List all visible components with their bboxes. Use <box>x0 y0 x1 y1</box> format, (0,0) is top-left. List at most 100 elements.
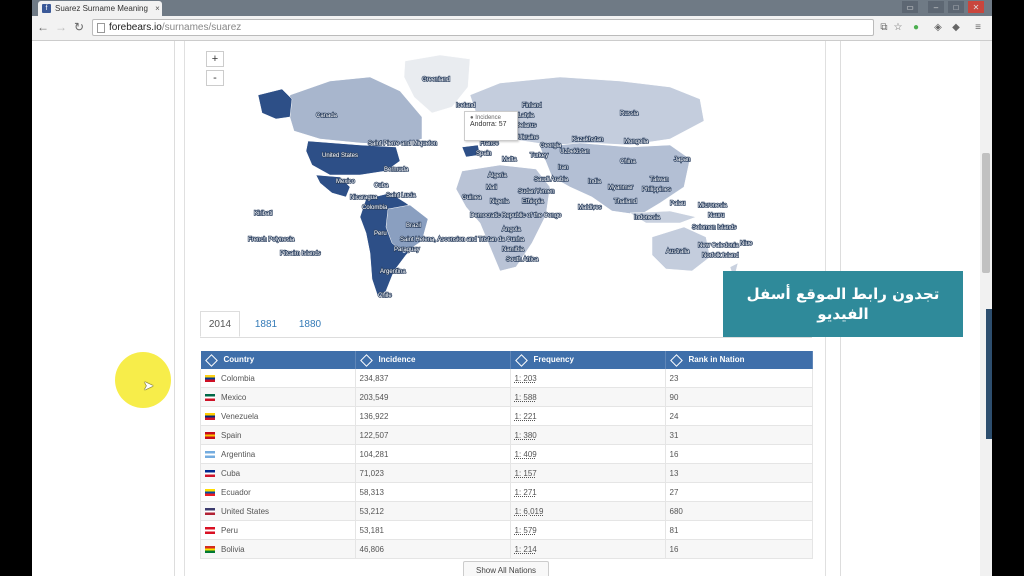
cell-country[interactable]: Bolivia <box>200 539 356 559</box>
cell-incidence: 122,507 <box>354 425 511 445</box>
country-name[interactable]: Ecuador <box>221 488 251 497</box>
table-row: Colombia 234,837 1: 203 23 <box>200 369 813 388</box>
scroll-thumb[interactable] <box>982 153 990 273</box>
cell-rank: 90 <box>664 387 813 407</box>
col-header-incidence-label: Incidence <box>378 355 416 365</box>
country-name[interactable]: Mexico <box>221 393 246 402</box>
country-name[interactable]: Peru <box>221 526 238 535</box>
browser-tab[interactable]: f Suarez Surname Meaning × <box>38 1 162 16</box>
address-bar[interactable]: forebears.io/surnames/suarez <box>92 19 874 36</box>
map-label-canada: Canada <box>316 113 338 119</box>
world-map[interactable]: Greenland Iceland Finland Russia Canada … <box>200 47 820 305</box>
show-all-nations-button[interactable]: Show All Nations <box>463 561 549 576</box>
map-label-yemen: Yemen <box>536 189 554 195</box>
map-label-latvia: Latvia <box>518 113 535 119</box>
cell-frequency: 1: 271 <box>509 482 666 502</box>
cell-rank: 680 <box>664 501 813 521</box>
cell-country[interactable]: Cuba <box>200 463 356 483</box>
country-name[interactable]: Bolivia <box>221 545 245 554</box>
table-row: Cuba 71,023 1: 157 13 <box>200 463 813 483</box>
map-label-united-states: United States <box>322 153 358 159</box>
map-label-chile: Chile <box>378 293 392 299</box>
tab-1880[interactable]: 1880 <box>290 311 330 337</box>
cell-incidence: 53,212 <box>354 501 511 521</box>
map-label-argentina: Argentina <box>380 269 406 275</box>
cell-country[interactable]: United States <box>200 501 356 521</box>
back-icon[interactable]: ← <box>36 20 50 34</box>
map-label-india: India <box>588 179 602 185</box>
reload-icon[interactable]: ↻ <box>72 20 86 34</box>
cell-country[interactable]: Peru <box>200 520 356 540</box>
menu-icon[interactable]: ≡ <box>972 21 984 33</box>
map-label-peru: Peru <box>374 231 387 237</box>
col-header-incidence[interactable]: Incidence <box>355 351 511 369</box>
sort-icon <box>204 353 218 367</box>
tab-title: Suarez Surname Meaning <box>55 4 148 13</box>
cell-country[interactable]: Spain <box>200 425 356 445</box>
frequency-value: 1: 380 <box>514 430 537 440</box>
url-path: /surnames/suarez <box>161 22 242 33</box>
cell-country[interactable]: Colombia <box>200 369 356 388</box>
flag-icon <box>205 412 215 420</box>
minimize-icon[interactable]: – <box>928 1 944 13</box>
col-header-rank[interactable]: Rank in Nation <box>665 351 813 369</box>
map-label-russia: Russia <box>620 111 639 117</box>
country-name[interactable]: Venezuela <box>221 412 258 421</box>
map-label-japan: Japan <box>674 157 690 163</box>
map-label-finland: Finland <box>522 103 542 109</box>
col-header-frequency[interactable]: Frequency <box>510 351 666 369</box>
side-edge <box>986 309 992 439</box>
col-header-frequency-label: Frequency <box>533 355 574 365</box>
frequency-value: 1: 579 <box>514 525 537 535</box>
zoom-out-button[interactable]: - <box>206 70 224 86</box>
nations-table: Country Incidence Frequency Rank in Nati… <box>200 351 813 559</box>
zoom-in-button[interactable]: + <box>206 51 224 67</box>
flag-icon <box>205 431 215 439</box>
country-name[interactable]: Colombia <box>221 374 255 383</box>
extension-icon[interactable]: ● <box>910 21 922 33</box>
forward-icon[interactable]: → <box>54 20 68 34</box>
tab-2014[interactable]: 2014 <box>200 311 240 337</box>
country-name[interactable]: Cuba <box>221 469 240 478</box>
flag-icon <box>205 507 215 515</box>
close-tab-icon[interactable]: × <box>153 4 162 13</box>
bookmark-star-icon[interactable]: ☆ <box>892 21 904 33</box>
maximize-icon[interactable]: □ <box>948 1 964 13</box>
map-label-saint-pierre: Saint Pierre and Miquelon <box>368 141 437 147</box>
cell-incidence: 71,023 <box>354 463 511 483</box>
map-label-nicaragua: Nicaragua <box>350 195 378 201</box>
translate-icon[interactable]: ⧉ <box>878 21 890 33</box>
user-icon[interactable]: ▭ <box>902 1 918 13</box>
cell-country[interactable]: Venezuela <box>200 406 356 426</box>
flag-icon <box>205 450 215 458</box>
country-name[interactable]: Argentina <box>221 450 255 459</box>
map-label-australia: Australia <box>666 249 690 255</box>
flag-icon <box>205 488 215 496</box>
map-label-saint-helena: Saint Helena, Ascension and Tristan da C… <box>400 237 525 243</box>
extension2-icon[interactable]: ◈ <box>932 21 944 33</box>
canada-shape <box>287 76 423 146</box>
table-body: Colombia 234,837 1: 203 23 Mexico 203,549 1: 5… <box>200 369 813 559</box>
table-row: United States 53,212 1: 6,019 680 <box>200 501 813 521</box>
col-header-country[interactable]: Country <box>200 351 356 369</box>
cell-country[interactable]: Mexico <box>200 387 356 407</box>
table-header-row: Country Incidence Frequency Rank in Nati… <box>200 351 813 369</box>
country-name[interactable]: United States <box>221 507 269 516</box>
cell-country[interactable]: Argentina <box>200 444 356 464</box>
map-label-colombia: Colombia <box>362 205 388 211</box>
map-label-algeria: Algeria <box>488 173 507 179</box>
tab-1881[interactable]: 1881 <box>246 311 286 337</box>
extension3-icon[interactable]: ◆ <box>950 21 962 33</box>
close-window-icon[interactable]: ✕ <box>968 1 984 13</box>
tab-strip: f Suarez Surname Meaning × ▭ – □ ✕ <box>32 0 992 16</box>
country-name[interactable]: Spain <box>221 431 241 440</box>
cell-incidence: 58,313 <box>354 482 511 502</box>
map-label-maldives: Maldives <box>578 205 602 211</box>
cell-rank: 24 <box>664 406 813 426</box>
cell-country[interactable]: Ecuador <box>200 482 356 502</box>
sort-icon <box>359 353 373 367</box>
flag-icon <box>205 469 215 477</box>
map-label-kazakhstan: Kazakhstan <box>572 137 603 143</box>
map-label-paraguay: Paraguay <box>394 247 420 253</box>
table-row: Ecuador 58,313 1: 271 27 <box>200 482 813 502</box>
